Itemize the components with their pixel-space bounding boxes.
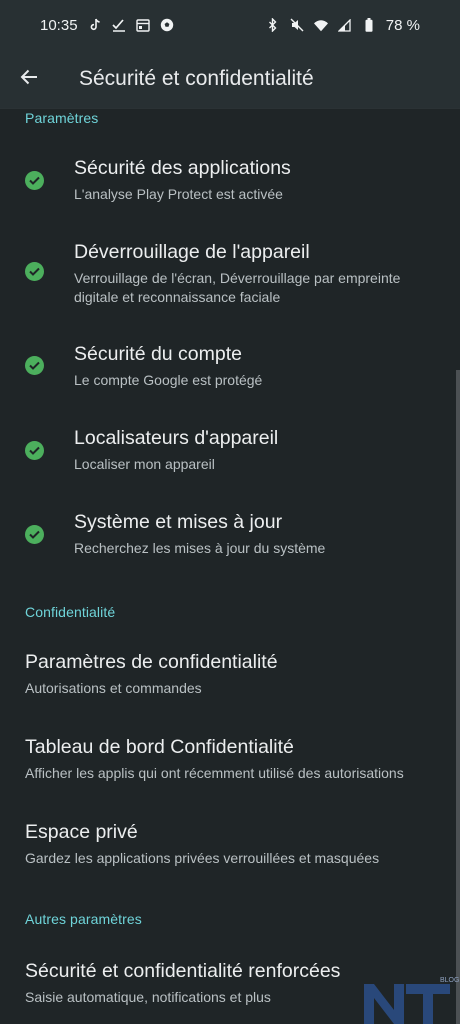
- app-bar: Sécurité et confidentialité: [0, 50, 460, 109]
- item-title: Espace privé: [25, 821, 138, 843]
- item-title: Sécurité et confidentialité renforcées: [25, 960, 341, 982]
- list-item-system-updates[interactable]: Système et mises à jour Recherchez les m…: [0, 499, 450, 569]
- item-title: Déverrouillage de l'appareil: [74, 241, 310, 263]
- item-subtitle: Localiser mon appareil: [74, 456, 215, 472]
- item-subtitle-line-1: Verrouillage de l'écran, Déverrouillage …: [74, 270, 401, 286]
- item-subtitle: Autorisations et commandes: [25, 680, 202, 696]
- section-header-autres: Autres paramètres: [25, 911, 142, 927]
- battery-icon: [362, 18, 376, 32]
- item-subtitle-line-2: digitale et reconnaissance faciale: [74, 289, 281, 305]
- list-item-device-unlock[interactable]: Déverrouillage de l'appareil Verrouillag…: [0, 228, 450, 314]
- section-header-confidentialite: Confidentialité: [25, 604, 116, 620]
- item-subtitle: Afficher les applis qui ont récemment ut…: [25, 765, 404, 781]
- wifi-icon: [313, 18, 328, 32]
- item-subtitle: Recherchez les mises à jour du système: [74, 540, 326, 556]
- item-title: Système et mises à jour: [74, 511, 283, 533]
- item-title: Paramètres de confidentialité: [25, 651, 278, 673]
- mute-icon: [290, 18, 304, 32]
- page-title: Sécurité et confidentialité: [79, 67, 314, 90]
- watermark-text: BLOG: [440, 977, 459, 984]
- check-icon: [25, 171, 44, 190]
- battery-percent: 78 %: [385, 16, 420, 34]
- status-bar: 10:35 78 %: [0, 0, 460, 50]
- list-item-account-security[interactable]: Sécurité du compte Le compte Google est …: [0, 331, 450, 401]
- item-subtitle: L'analyse Play Protect est activée: [74, 186, 283, 202]
- bluetooth-icon: [266, 18, 280, 32]
- item-title: Localisateurs d'appareil: [74, 427, 279, 449]
- list-item-device-finders[interactable]: Localisateurs d'appareil Localiser mon a…: [0, 415, 450, 485]
- item-title: Tableau de bord Confidentialité: [25, 736, 294, 758]
- signal-icon: [338, 18, 352, 32]
- item-title: Sécurité du compte: [74, 343, 243, 365]
- check-icon: [25, 441, 44, 460]
- tiktok-icon: [88, 18, 102, 32]
- check-icon: [25, 525, 44, 544]
- item-title: Sécurité des applications: [74, 157, 291, 179]
- check-icon: [25, 356, 44, 375]
- item-subtitle: Saisie automatique, notifications et plu…: [25, 989, 271, 1005]
- scrollbar[interactable]: [456, 370, 460, 1024]
- list-item-private-space[interactable]: Espace privé Gardez les applications pri…: [0, 808, 450, 880]
- list-item-privacy-settings[interactable]: Paramètres de confidentialité Autorisati…: [0, 639, 450, 711]
- back-button[interactable]: [1, 51, 57, 107]
- item-subtitle: Le compte Google est protégé: [74, 372, 263, 388]
- settings-list[interactable]: Paramètres Sécurité des applications L'a…: [0, 109, 460, 1024]
- soccer-icon: [160, 18, 174, 32]
- list-item-privacy-dashboard[interactable]: Tableau de bord Confidentialité Afficher…: [0, 723, 450, 795]
- list-item-app-security[interactable]: Sécurité des applications L'analyse Play…: [0, 145, 450, 223]
- time-label: 10:35: [40, 16, 78, 34]
- check-icon: [25, 262, 44, 281]
- nt-logo-watermark: BLOG: [356, 972, 460, 1024]
- item-subtitle: Gardez les applications privées verrouil…: [25, 850, 380, 866]
- arrow-back-icon: [20, 68, 38, 91]
- checklist-icon: [111, 18, 126, 32]
- section-header-parametres: Paramètres: [25, 110, 99, 126]
- calendar-icon: [135, 18, 150, 32]
